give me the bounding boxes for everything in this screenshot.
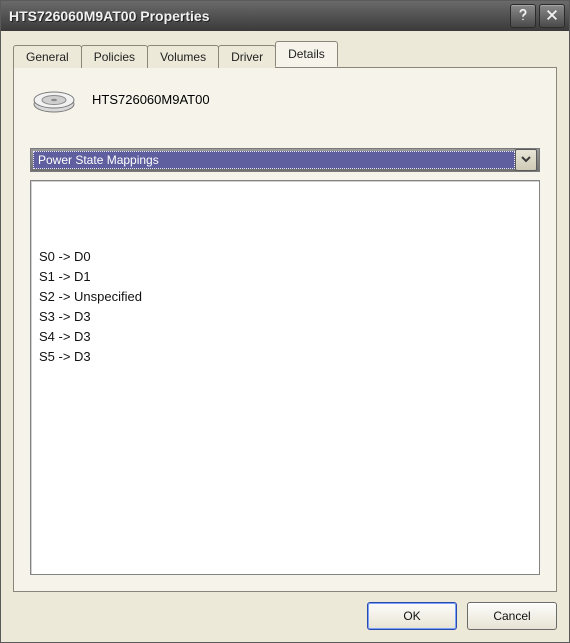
cancel-button[interactable]: Cancel [467, 602, 557, 630]
list-item[interactable]: S1 -> D1 [39, 267, 531, 287]
list-item[interactable]: S5 -> D3 [39, 347, 531, 367]
tab-label: Driver [231, 50, 263, 64]
help-icon [516, 8, 530, 25]
list-item[interactable]: S3 -> D3 [39, 307, 531, 327]
tab-label: Policies [94, 50, 135, 64]
close-button[interactable] [539, 4, 565, 28]
button-label: OK [403, 609, 420, 623]
window-title: HTS726060M9AT00 Properties [9, 8, 507, 24]
tab-label: General [26, 50, 69, 64]
disk-drive-icon [32, 84, 76, 114]
list-item[interactable]: S0 -> D0 [39, 247, 531, 267]
property-dropdown-selected: Power State Mappings [33, 151, 515, 169]
chevron-down-icon [521, 153, 531, 167]
properties-dialog: HTS726060M9AT00 Properties General Polic… [0, 0, 570, 643]
tab-general[interactable]: General [13, 45, 82, 68]
tab-volumes[interactable]: Volumes [147, 45, 219, 68]
tab-strip: General Policies Volumes Driver Details [13, 41, 557, 67]
help-button[interactable] [510, 4, 536, 28]
tab-label: Volumes [160, 50, 206, 64]
tab-driver[interactable]: Driver [218, 45, 276, 68]
device-name: HTS726060M9AT00 [92, 92, 210, 107]
list-item[interactable]: S2 -> Unspecified [39, 287, 531, 307]
button-label: Cancel [493, 609, 530, 623]
tab-policies[interactable]: Policies [81, 45, 148, 68]
dropdown-arrow-button[interactable] [515, 149, 537, 171]
close-icon [545, 8, 559, 25]
tab-label: Details [288, 47, 325, 61]
ok-button[interactable]: OK [367, 602, 457, 630]
list-item[interactable]: S4 -> D3 [39, 327, 531, 347]
tab-panel-details: HTS726060M9AT00 Power State Mappings S0 … [13, 67, 557, 592]
property-dropdown[interactable]: Power State Mappings [30, 148, 540, 172]
title-bar: HTS726060M9AT00 Properties [1, 1, 569, 31]
device-header: HTS726060M9AT00 [30, 82, 540, 126]
dialog-button-row: OK Cancel [13, 592, 557, 630]
property-values-list[interactable]: S0 -> D0S1 -> D1S2 -> UnspecifiedS3 -> D… [30, 180, 540, 575]
tab-details[interactable]: Details [275, 41, 338, 67]
client-area: General Policies Volumes Driver Details … [1, 31, 569, 642]
